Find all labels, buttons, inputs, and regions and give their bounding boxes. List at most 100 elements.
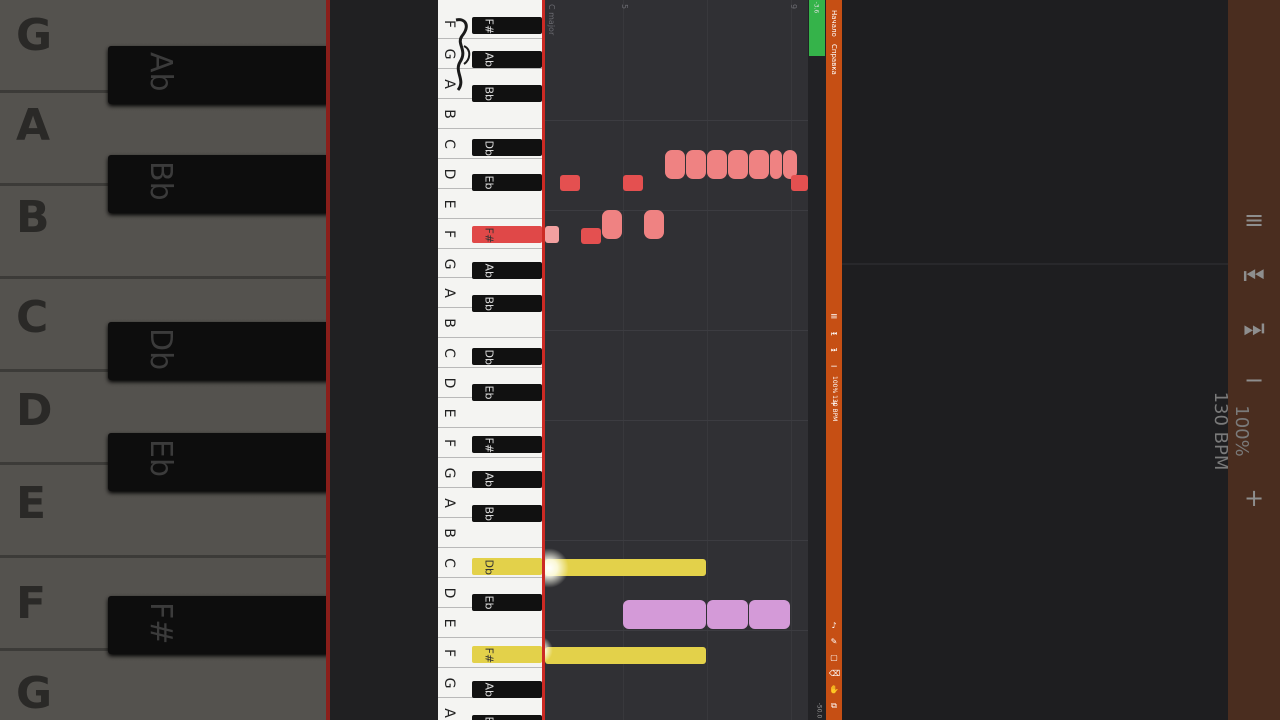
menu-icon[interactable]: ≡ bbox=[828, 311, 840, 323]
white-key-label: G bbox=[441, 677, 457, 689]
background-tempo: 130 BPM bbox=[1210, 391, 1231, 471]
black-key[interactable]: F# bbox=[472, 646, 542, 663]
copy-icon[interactable]: ⧉ bbox=[829, 701, 839, 711]
black-key-label: Bb bbox=[482, 296, 496, 312]
melody-note[interactable] bbox=[770, 150, 782, 179]
white-key[interactable]: E bbox=[438, 189, 542, 219]
background-black-key-label: Ab bbox=[143, 52, 178, 92]
black-key-label: Db bbox=[482, 559, 496, 575]
white-key-label: G bbox=[441, 467, 457, 479]
bass-note[interactable] bbox=[749, 600, 790, 629]
menu-start-button[interactable]: Начало bbox=[830, 10, 838, 37]
black-key-label: F# bbox=[482, 227, 496, 244]
skip-start-icon[interactable]: ⏮ bbox=[828, 328, 840, 340]
black-key-label: Ab bbox=[482, 263, 496, 279]
black-key[interactable]: Eb bbox=[472, 594, 542, 611]
chord-note[interactable] bbox=[545, 647, 706, 664]
background-black-key: Bb bbox=[108, 155, 330, 213]
hand-icon[interactable]: ✋ bbox=[829, 685, 839, 695]
black-key[interactable]: Db bbox=[472, 558, 542, 575]
black-key[interactable]: Eb bbox=[472, 384, 542, 401]
melody-note[interactable] bbox=[686, 150, 706, 179]
white-key-label: A bbox=[441, 498, 457, 508]
background-key-label: A bbox=[16, 100, 51, 151]
melody-note[interactable] bbox=[707, 150, 727, 179]
black-key[interactable]: F# bbox=[472, 17, 542, 34]
background-zoom-level: 100% bbox=[1231, 405, 1252, 457]
white-key-label: F bbox=[441, 439, 457, 448]
black-key[interactable]: Ab bbox=[472, 471, 542, 488]
black-key-label: Db bbox=[482, 140, 496, 156]
melody-note[interactable] bbox=[665, 150, 685, 179]
bass-note[interactable] bbox=[623, 600, 706, 629]
background-black-key-label: F# bbox=[143, 602, 178, 645]
black-key-label: Bb bbox=[482, 86, 496, 102]
app-logo bbox=[455, 18, 471, 91]
black-key[interactable]: Bb bbox=[472, 715, 542, 720]
bar-marker: 9 bbox=[789, 4, 798, 10]
melody-note[interactable] bbox=[602, 210, 622, 239]
bass-note[interactable] bbox=[707, 600, 748, 629]
grid-beat-line bbox=[791, 0, 792, 720]
white-key[interactable]: E bbox=[438, 608, 542, 638]
black-key-label: F# bbox=[482, 437, 496, 454]
piano-keyboard[interactable]: F G A B C D E F G A B C D E F G A B C D E F G A F# Ab Bb Db Eb F# Ab Bb… bbox=[438, 0, 542, 720]
black-key[interactable]: Ab bbox=[472, 681, 542, 698]
black-key[interactable]: Bb bbox=[472, 295, 542, 312]
melody-note[interactable] bbox=[581, 228, 601, 244]
pencil-icon[interactable]: ✎ bbox=[829, 637, 839, 647]
help-button[interactable]: Справка bbox=[830, 44, 838, 75]
white-key-label: B bbox=[441, 528, 457, 538]
level-meter-top-value: -3.6 bbox=[812, 1, 820, 14]
background-menu-icon: ≡ bbox=[1243, 206, 1265, 234]
eraser-icon[interactable]: ⌫ bbox=[829, 669, 840, 679]
zoom-out-icon[interactable]: − bbox=[828, 361, 840, 373]
black-key[interactable]: Ab bbox=[472, 262, 542, 279]
black-key-label: Eb bbox=[482, 595, 496, 610]
white-key[interactable]: E bbox=[438, 398, 542, 429]
melody-note[interactable] bbox=[560, 175, 580, 191]
white-key[interactable]: B bbox=[438, 308, 542, 339]
melody-note[interactable] bbox=[728, 150, 748, 179]
white-key-label: C bbox=[441, 558, 457, 568]
zoom-in-icon[interactable]: + bbox=[828, 398, 840, 410]
white-key-label: D bbox=[441, 377, 457, 389]
black-key[interactable]: Ab bbox=[472, 51, 542, 68]
background-key-label: C bbox=[16, 292, 49, 343]
black-key[interactable]: F# bbox=[472, 226, 542, 243]
background-gap bbox=[330, 0, 438, 720]
black-key-label: F# bbox=[482, 647, 496, 664]
active-melody-note[interactable] bbox=[545, 226, 559, 243]
white-key-label: E bbox=[441, 408, 457, 418]
metronome-icon[interactable]: ♪ bbox=[829, 621, 839, 631]
note-on-flash bbox=[545, 548, 569, 588]
select-icon[interactable]: ▢ bbox=[829, 653, 839, 663]
black-key[interactable]: Bb bbox=[472, 85, 542, 102]
white-key[interactable]: B bbox=[438, 518, 542, 548]
white-key-label: A bbox=[441, 288, 457, 299]
background-zoom-in-icon: + bbox=[1243, 484, 1265, 512]
black-key[interactable]: Db bbox=[472, 348, 542, 365]
background-key-label: D bbox=[16, 385, 53, 436]
white-key-label: G bbox=[441, 258, 457, 269]
black-key[interactable]: F# bbox=[472, 436, 542, 453]
white-key-label: E bbox=[441, 618, 457, 628]
melody-note[interactable] bbox=[749, 150, 769, 179]
melody-note[interactable] bbox=[623, 175, 643, 191]
melody-note[interactable] bbox=[644, 210, 664, 239]
background-key-label: G bbox=[16, 10, 53, 61]
black-key-label: Ab bbox=[482, 682, 496, 698]
white-key-label: B bbox=[441, 318, 457, 329]
background-toolbar bbox=[1228, 0, 1280, 720]
piano-roll-grid[interactable]: C major 5 9 bbox=[545, 0, 808, 720]
chord-note[interactable] bbox=[545, 559, 706, 576]
black-key[interactable]: Bb bbox=[472, 505, 542, 522]
black-key[interactable]: Db bbox=[472, 139, 542, 156]
white-key-label: E bbox=[441, 199, 457, 209]
black-key[interactable]: Eb bbox=[472, 174, 542, 191]
skip-end-icon[interactable]: ⏭ bbox=[828, 344, 840, 356]
white-key[interactable]: B bbox=[438, 99, 542, 129]
background-black-key-label: Db bbox=[143, 328, 178, 371]
melody-note[interactable] bbox=[791, 175, 808, 191]
grid-row-line bbox=[545, 540, 808, 541]
